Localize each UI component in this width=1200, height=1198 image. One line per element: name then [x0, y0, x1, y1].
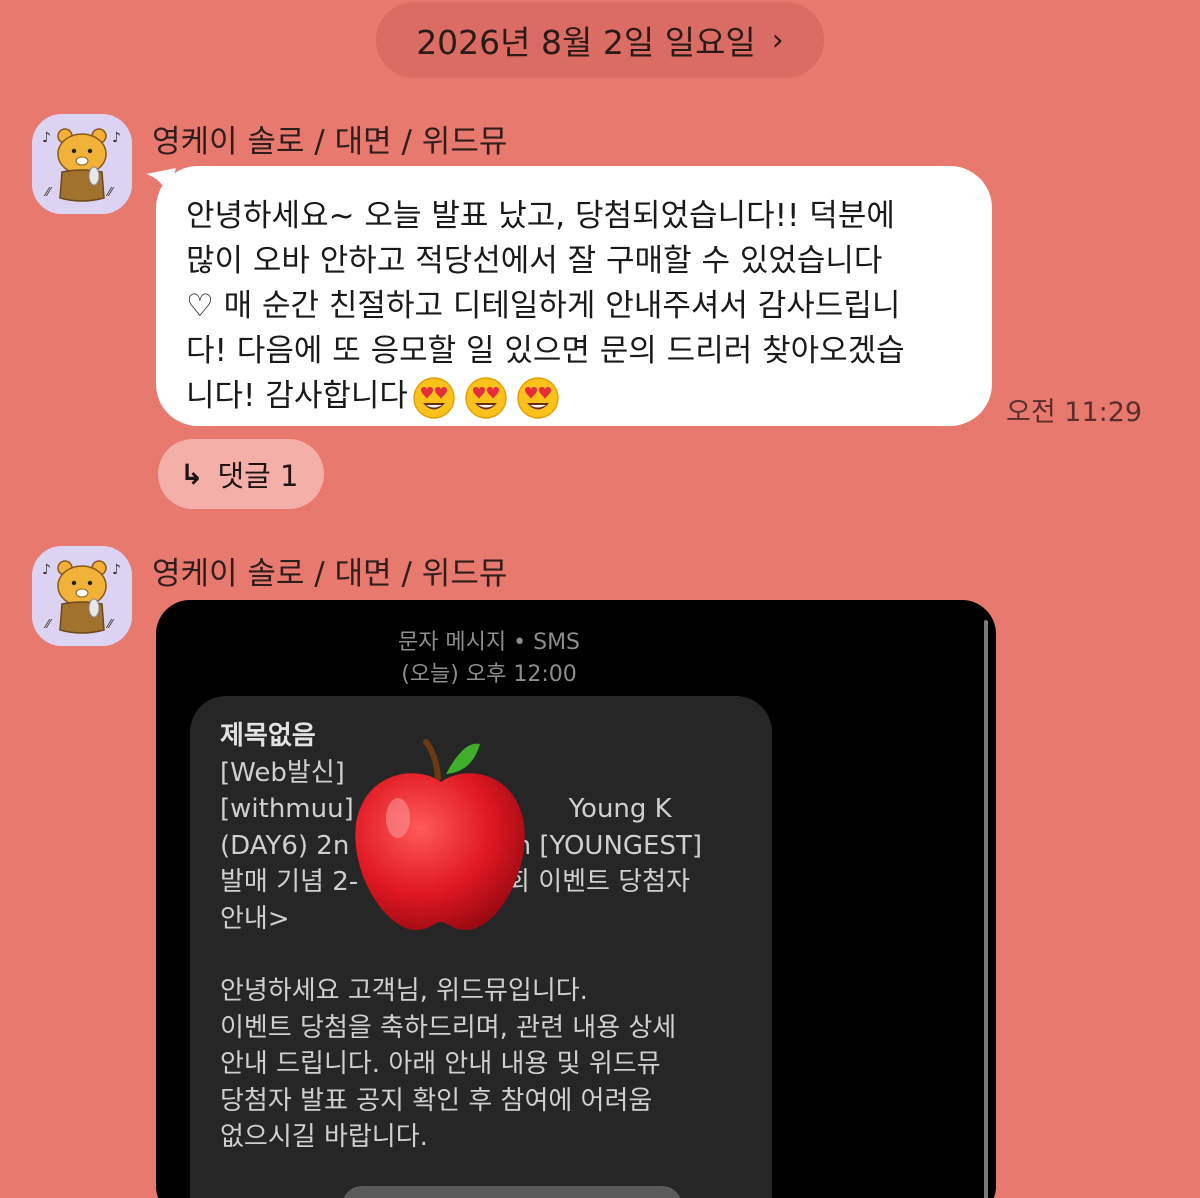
sender-name: 영케이 솔로 / 대면 / 위드뮤: [152, 124, 508, 160]
date-label: 2026년 8월 2일 일요일: [416, 23, 756, 62]
ryan-singing-avatar-icon: ♪ ♪ ⁄⁄ ⁄⁄: [32, 546, 132, 646]
heart-eyes-emoji-icon: [413, 376, 455, 419]
heart-eyes-emoji-icon: [517, 376, 559, 419]
avatar[interactable]: ♪ ♪ ⁄⁄ ⁄⁄: [32, 114, 132, 214]
date-header-pill[interactable]: 2026년 8월 2일 일요일 ›: [376, 2, 824, 78]
reply-thread-button[interactable]: ↳ 댓글 1: [158, 439, 324, 509]
sms-header-type: 문자 메시지 • SMS: [397, 630, 581, 655]
avatar[interactable]: ♪ ♪ ⁄⁄ ⁄⁄: [32, 546, 132, 646]
sender-name: 영케이 솔로 / 대면 / 위드뮤: [152, 556, 508, 592]
ryan-singing-avatar-icon: ♪ ♪ ⁄⁄ ⁄⁄: [32, 114, 132, 214]
red-apple-icon: [355, 739, 525, 930]
message-line: ♡ 매 순간 친절하고 디테일하게 안내주셔서 감사드립니: [186, 288, 901, 324]
message-line: 다! 다음에 또 응모할 일 있으면 문의 드리러 찾아오겠습: [186, 333, 905, 369]
sms-body-line: 이벤트 당첨을 축하드리며, 관련 내용 상세: [220, 1012, 677, 1043]
reply-count-label: 댓글 1: [217, 459, 299, 493]
message-time: 오전 11:29: [1006, 397, 1143, 428]
message-line: 안녕하세요~ 오늘 발표 났고, 당첨되었습니다!! 덕분에: [186, 198, 895, 234]
sms-link-pill: [342, 1186, 682, 1198]
message-line: 많이 오바 안하고 적당선에서 잘 구매할 수 있었습니다: [186, 243, 883, 279]
message-line: 니다! 감사합니다: [186, 378, 408, 414]
sms-body-line: 안녕하세요 고객님, 위드뮤입니다.: [220, 976, 588, 1006]
svg-text:♪: ♪: [42, 562, 51, 578]
message-line-last: 니다! 감사합니다: [186, 374, 966, 420]
reply-arrow-icon: ↳: [180, 457, 204, 491]
message-bubble[interactable]: 안녕하세요~ 오늘 발표 났고, 당첨되었습니다!! 덕분에 많이 오바 안하고…: [156, 166, 992, 426]
sms-body-line: 안내 드립니다. 아래 안내 내용 및 위드뮤: [220, 1049, 661, 1079]
svg-text:♪: ♪: [112, 562, 121, 578]
sms-header-time: (오늘) 오후 12:00: [401, 662, 577, 687]
screenshot-edge: [984, 620, 988, 1198]
heart-eyes-emoji-icon: [465, 376, 507, 419]
svg-text:♪: ♪: [42, 130, 51, 146]
image-attachment[interactable]: 문자 메시지 • SMS (오늘) 오후 12:00 제목없음 [Web발신] …: [156, 600, 996, 1198]
sms-body-line: 당첨자 발표 공지 확인 후 참여에 어려움: [220, 1085, 653, 1116]
sms-body-line: 없으시길 바랍니다.: [220, 1122, 428, 1152]
chevron-right-icon: ›: [771, 22, 784, 58]
emoji-row: [412, 376, 560, 420]
svg-text:♪: ♪: [112, 130, 121, 146]
